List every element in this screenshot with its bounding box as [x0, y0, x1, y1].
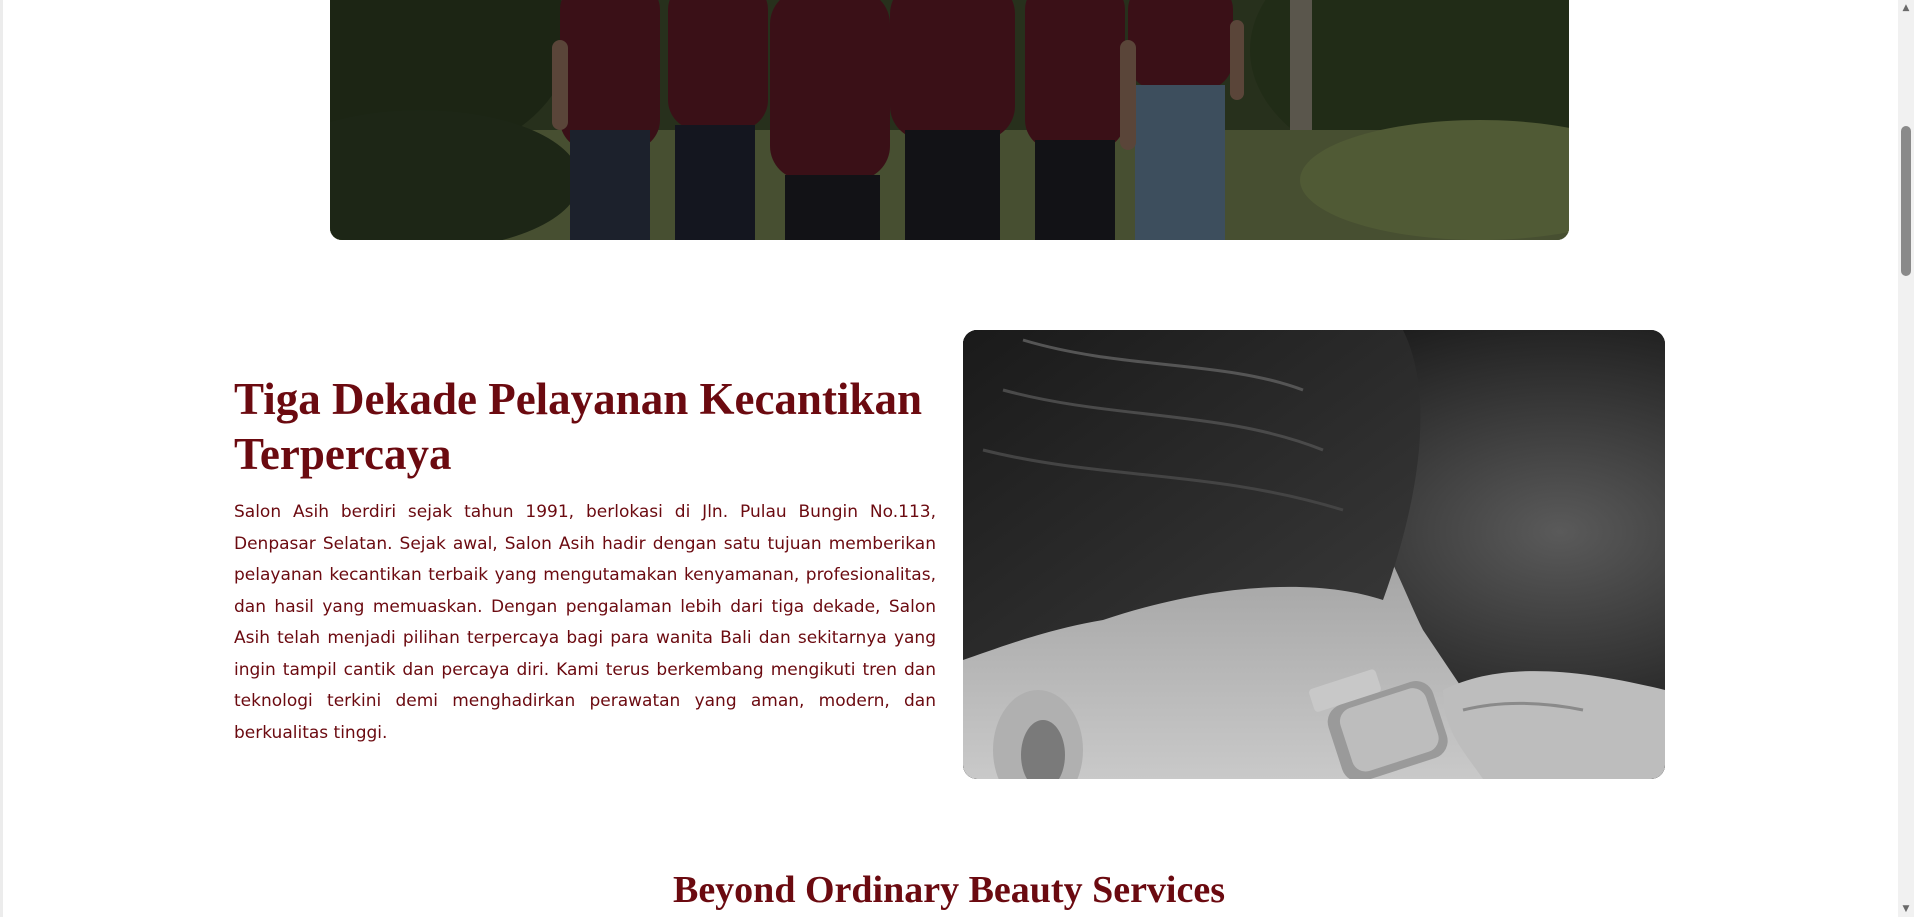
haircut-photo	[963, 330, 1665, 779]
about-title: Tiga Dekade Pelayanan Kecantikan Terperc…	[234, 374, 922, 479]
page: Tiga Dekade Pelayanan Kecantikan Terperc…	[0, 0, 1914, 917]
scroll-thumb[interactable]	[1901, 126, 1911, 276]
haircut-clipper-photo	[963, 330, 1665, 779]
team-photo-overlay	[330, 0, 1569, 240]
team-photo	[330, 0, 1569, 240]
about-description: Salon Asih berdiri sejak tahun 1991, ber…	[234, 502, 936, 743]
vertical-scrollbar[interactable]: ▲ ▼	[1898, 0, 1914, 917]
services-heading: Beyond Ordinary Beauty Services	[672, 869, 1226, 911]
window-edge	[0, 0, 3, 917]
scroll-down-arrow-icon[interactable]: ▼	[1898, 901, 1914, 917]
scroll-up-arrow-icon[interactable]: ▲	[1898, 0, 1914, 16]
